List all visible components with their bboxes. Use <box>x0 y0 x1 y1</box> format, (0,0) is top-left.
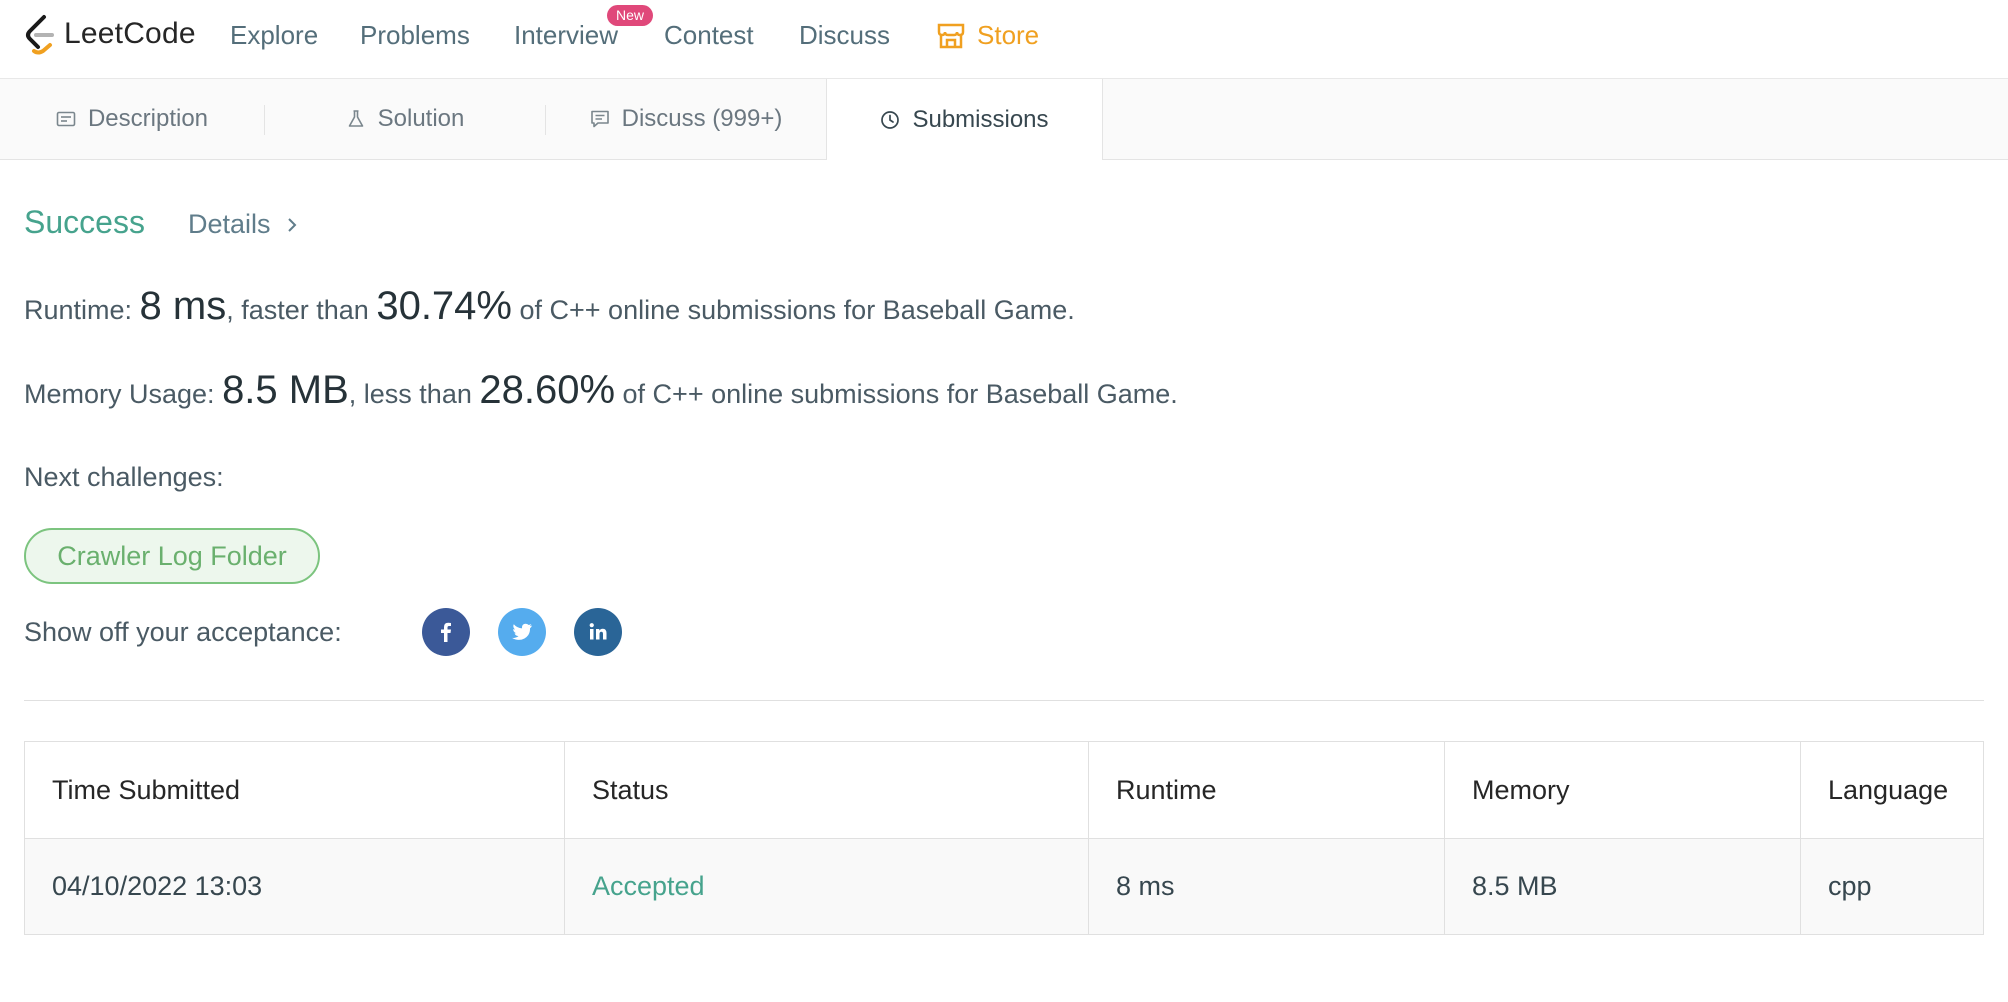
memory-stat: Memory Usage: 8.5 MB, less than 28.60% o… <box>24 368 1178 413</box>
details-link[interactable]: Details <box>188 209 299 240</box>
table-row: 04/10/2022 13:03 Accepted 8 ms 8.5 MB cp… <box>24 838 1984 935</box>
facebook-share-button[interactable] <box>422 608 470 656</box>
flask-icon <box>348 110 363 127</box>
description-icon <box>56 111 76 127</box>
top-navbar: LeetCode Explore Problems Interview New … <box>0 0 2008 79</box>
cell-runtime: 8 ms <box>1088 838 1445 935</box>
runtime-value: 8 ms <box>139 284 227 328</box>
table-header-row: Time Submitted Status Runtime Memory Lan… <box>24 741 1984 839</box>
memory-value: 8.5 MB <box>222 368 349 412</box>
tab-label: Description <box>87 105 209 132</box>
column-header-time-submitted: Time Submitted <box>24 741 565 839</box>
nav-problems[interactable]: Problems <box>360 20 470 51</box>
memory-label: Memory Usage: <box>24 379 223 409</box>
memory-suffix: of C++ online submissions for Baseball G… <box>615 379 1178 409</box>
linkedin-share-button[interactable] <box>574 608 622 656</box>
store-label: Store <box>977 20 1040 50</box>
nav-explore[interactable]: Explore <box>230 20 318 51</box>
tab-label: Submissions <box>912 105 1049 133</box>
nav-contest[interactable]: Contest <box>664 20 754 51</box>
nav-store[interactable]: Store <box>937 20 1039 51</box>
comment-icon <box>590 110 609 128</box>
leetcode-logo-icon <box>26 15 54 55</box>
column-header-language: Language <box>1800 741 1984 839</box>
submissions-table: Time Submitted Status Runtime Memory Lan… <box>24 741 1984 935</box>
runtime-suffix: of C++ online submissions for Baseball G… <box>512 295 1075 325</box>
tab-label: Discuss (999+) <box>621 105 783 132</box>
clock-icon <box>881 110 900 129</box>
runtime-stat: Runtime: 8 ms, faster than 30.74% of C++… <box>24 284 1075 329</box>
memory-mid-text: , less than <box>348 379 480 409</box>
runtime-label: Runtime: <box>24 295 140 325</box>
runtime-mid-text: , faster than <box>226 295 377 325</box>
new-badge: New <box>607 5 654 26</box>
next-challenge-button[interactable]: Crawler Log Folder <box>24 528 320 584</box>
twitter-share-button[interactable] <box>498 608 546 656</box>
cell-status-link[interactable]: Accepted <box>564 838 1089 935</box>
column-header-runtime: Runtime <box>1088 741 1445 839</box>
column-header-memory: Memory <box>1444 741 1801 839</box>
tab-solution[interactable]: Solution <box>265 79 545 159</box>
next-challenges-label: Next challenges: <box>24 462 224 492</box>
linkedin-icon <box>589 623 607 640</box>
submission-status: Success <box>24 204 145 240</box>
tab-discuss[interactable]: Discuss (999+) <box>546 79 826 159</box>
cell-language: cpp <box>1800 838 1984 935</box>
share-label: Show off your acceptance: <box>24 617 342 647</box>
memory-percentile: 28.60% <box>479 368 616 412</box>
nav-interview[interactable]: Interview <box>514 20 618 51</box>
store-icon <box>937 23 965 48</box>
logo-text: LeetCode <box>64 17 196 50</box>
facebook-icon <box>441 622 451 642</box>
column-header-status: Status <box>564 741 1089 839</box>
tab-submissions[interactable]: Submissions <box>826 79 1103 160</box>
twitter-icon <box>512 623 532 640</box>
nav-discuss[interactable]: Discuss <box>799 20 890 51</box>
cell-memory: 8.5 MB <box>1444 838 1801 935</box>
section-divider <box>24 700 1984 701</box>
chevron-right-icon <box>287 217 296 232</box>
problem-tabs: Description Solution Discuss (999+) Subm… <box>0 79 2008 160</box>
details-label: Details <box>188 209 271 239</box>
leetcode-logo[interactable]: LeetCode <box>22 13 196 55</box>
tab-description[interactable]: Description <box>0 79 264 159</box>
runtime-percentile: 30.74% <box>376 284 512 328</box>
cell-time-submitted: 04/10/2022 13:03 <box>24 838 565 935</box>
tab-label: Solution <box>377 105 465 132</box>
